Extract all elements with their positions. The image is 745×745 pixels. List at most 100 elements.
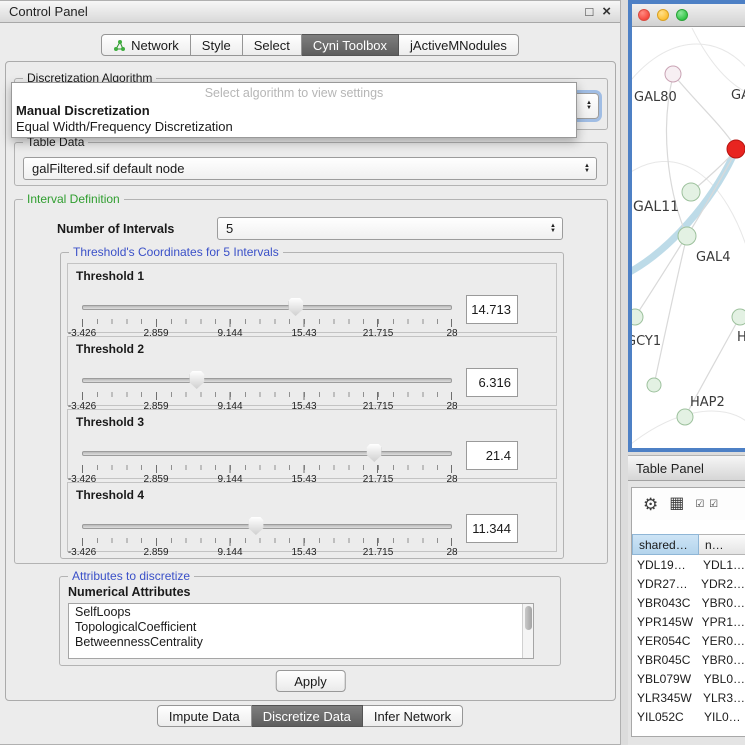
interval-definition-group: Interval Definition Number of Intervals … (14, 199, 608, 564)
tab-impute-data[interactable]: Impute Data (157, 705, 252, 727)
threshold-value-field[interactable]: 6.316 (466, 368, 518, 397)
threshold-slider[interactable]: -3.4262.8599.14415.4321.71528 (82, 516, 452, 556)
attributes-listbox: SelfLoopsTopologicalCoefficientBetweenne… (68, 603, 534, 659)
list-item-selfloops[interactable]: SelfLoops (69, 604, 533, 619)
close-icon[interactable]: × (602, 5, 611, 18)
tab-label: Network (131, 38, 179, 53)
threshold-panel-threshold-2: Threshold 2-3.4262.8599.14415.4321.71528… (67, 336, 557, 406)
dropdown-option-equal-width[interactable]: Equal Width/Frequency Discretization (12, 118, 576, 134)
dropdown-placeholder: Select algorithm to view settings (12, 83, 576, 102)
dropdown-option-manual[interactable]: Manual Discretization (12, 102, 576, 118)
scrollbar-thumb[interactable] (525, 606, 532, 630)
threshold-slider[interactable]: -3.4262.8599.14415.4321.71528 (82, 370, 452, 410)
threshold-panel-threshold-4: Threshold 4-3.4262.8599.14415.4321.71528… (67, 482, 557, 552)
attributes-group: Attributes to discretize Numerical Attri… (59, 576, 561, 666)
threshold-label: Threshold 3 (76, 415, 144, 429)
number-of-intervals-label: Number of Intervals (57, 222, 174, 236)
table-row[interactable]: YBL079WYBL0… (632, 669, 745, 688)
threshold-value-field[interactable]: 11.344 (466, 514, 518, 543)
table-row[interactable]: YLR345WYLR3… (632, 688, 745, 707)
cyni-toolbox-panel: Discretization Algorithm ▲ ▼ Select algo… (5, 61, 616, 701)
slider-thumb[interactable] (367, 444, 382, 462)
cell-shared-name: YER054C (632, 631, 697, 650)
slider-thumb[interactable] (189, 371, 204, 389)
table-row[interactable]: YIL052CYIL0… (632, 707, 745, 726)
network-node[interactable] (678, 227, 696, 245)
network-node[interactable] (727, 140, 745, 158)
network-node[interactable] (677, 409, 693, 425)
slider-track (82, 305, 452, 310)
threshold-slider[interactable]: -3.4262.8599.14415.4321.71528 (82, 297, 452, 337)
group-title: Threshold's Coordinates for 5 Intervals (69, 245, 283, 259)
minimize-icon[interactable]: □ (585, 5, 593, 18)
tick-label: 2.859 (143, 547, 168, 558)
cell-name: YIL0… (699, 707, 745, 726)
threshold-value-field[interactable]: 21.4 (466, 441, 518, 470)
tab-jactivemnodules[interactable]: jActiveMNodules (399, 34, 519, 56)
apply-button[interactable]: Apply (275, 670, 346, 692)
table-row[interactable]: YDL19…YDL1… (632, 555, 745, 574)
table-row[interactable]: YBR043CYBR0… (632, 593, 745, 612)
tab-style[interactable]: Style (191, 34, 243, 56)
tab-select[interactable]: Select (243, 34, 302, 56)
slider-major-ticks (82, 392, 452, 400)
slider-thumb[interactable] (248, 517, 263, 535)
threshold-label: Threshold 1 (76, 269, 144, 283)
threshold-label: Threshold 4 (76, 488, 144, 502)
table-row[interactable]: YER054CYER0… (632, 631, 745, 650)
combo-stepper-icon: ▲ ▼ (580, 101, 594, 111)
zoom-traffic-light[interactable] (676, 9, 688, 21)
network-canvas[interactable]: GAL80GAGAL11GAL4HGCY1HAP2 (632, 28, 745, 448)
tick-label: 15.43 (291, 547, 316, 558)
table-grid-icon[interactable]: ▦ (669, 496, 684, 512)
tab-label: Cyni Toolbox (313, 38, 387, 53)
threshold-slider[interactable]: -3.4262.8599.14415.4321.71528 (82, 443, 452, 483)
table-row[interactable]: YBR045CYBR0… (632, 650, 745, 669)
window-buttons: □ × (585, 5, 611, 18)
tab-label: Discretize Data (263, 709, 351, 724)
cell-name: YER0… (697, 631, 745, 650)
slider-thumb[interactable] (288, 298, 303, 316)
checkboxes-icon[interactable]: ☑ ☑ (695, 499, 719, 510)
window-title: Control Panel (9, 4, 88, 19)
list-item-betweennesscentrality[interactable]: BetweennessCentrality (69, 634, 533, 649)
network-window-titlebar (632, 4, 745, 27)
threshold-panel-threshold-1: Threshold 1-3.4262.8599.14415.4321.71528… (67, 263, 557, 333)
listbox-scrollbar[interactable] (522, 604, 533, 658)
table-row[interactable]: YDR27…YDR2… (632, 574, 745, 593)
network-node-label-gal11: GAL11 (633, 199, 679, 215)
table-data-select-value: galFiltered.sif default node (32, 161, 184, 176)
close-traffic-light[interactable] (638, 9, 650, 21)
algorithm-dropdown-popup: Select algorithm to view settings Manual… (11, 82, 577, 138)
network-node[interactable] (732, 309, 745, 325)
network-node[interactable] (647, 378, 661, 392)
cell-shared-name: YBL079W (632, 669, 699, 688)
cell-name: YBR0… (697, 650, 745, 669)
network-node-label-ga: GA (731, 88, 745, 103)
tab-discretize-data[interactable]: Discretize Data (252, 705, 363, 727)
table-row[interactable]: YPR145WYPR1… (632, 612, 745, 631)
list-item-topologicalcoefficient[interactable]: TopologicalCoefficient (69, 619, 533, 634)
gear-icon[interactable]: ⚙ (643, 496, 658, 513)
tab-infer-network[interactable]: Infer Network (363, 705, 463, 727)
table-data-select[interactable]: galFiltered.sif default node ▲ ▼ (23, 157, 597, 180)
network-node-label-hap2: HAP2 (690, 395, 725, 410)
column-header-name[interactable]: n… (699, 534, 745, 555)
network-node[interactable] (665, 66, 681, 82)
column-header-shared-name[interactable]: shared… (632, 534, 699, 555)
network-node[interactable] (682, 183, 700, 201)
number-of-intervals-select[interactable]: 5 ▲ ▼ (217, 217, 563, 240)
slider-track (82, 378, 452, 383)
threshold-value-field[interactable]: 14.713 (466, 295, 518, 324)
table-data-group: Table Data galFiltered.sif default node … (14, 142, 608, 186)
tab-label: Select (254, 38, 290, 53)
minimize-traffic-light[interactable] (657, 9, 669, 21)
slider-major-ticks (82, 319, 452, 327)
threshold-panel-threshold-3: Threshold 3-3.4262.8599.14415.4321.71528… (67, 409, 557, 479)
tab-network[interactable]: Network (101, 34, 191, 56)
control-panel-window: Control Panel □ × Network Style Select Cyni… (0, 0, 621, 745)
tab-cyni-toolbox[interactable]: Cyni Toolbox (302, 34, 399, 56)
combo-stepper-icon: ▲ ▼ (544, 224, 558, 234)
table-header-row: shared… n… (632, 534, 745, 555)
network-node[interactable] (632, 309, 643, 325)
